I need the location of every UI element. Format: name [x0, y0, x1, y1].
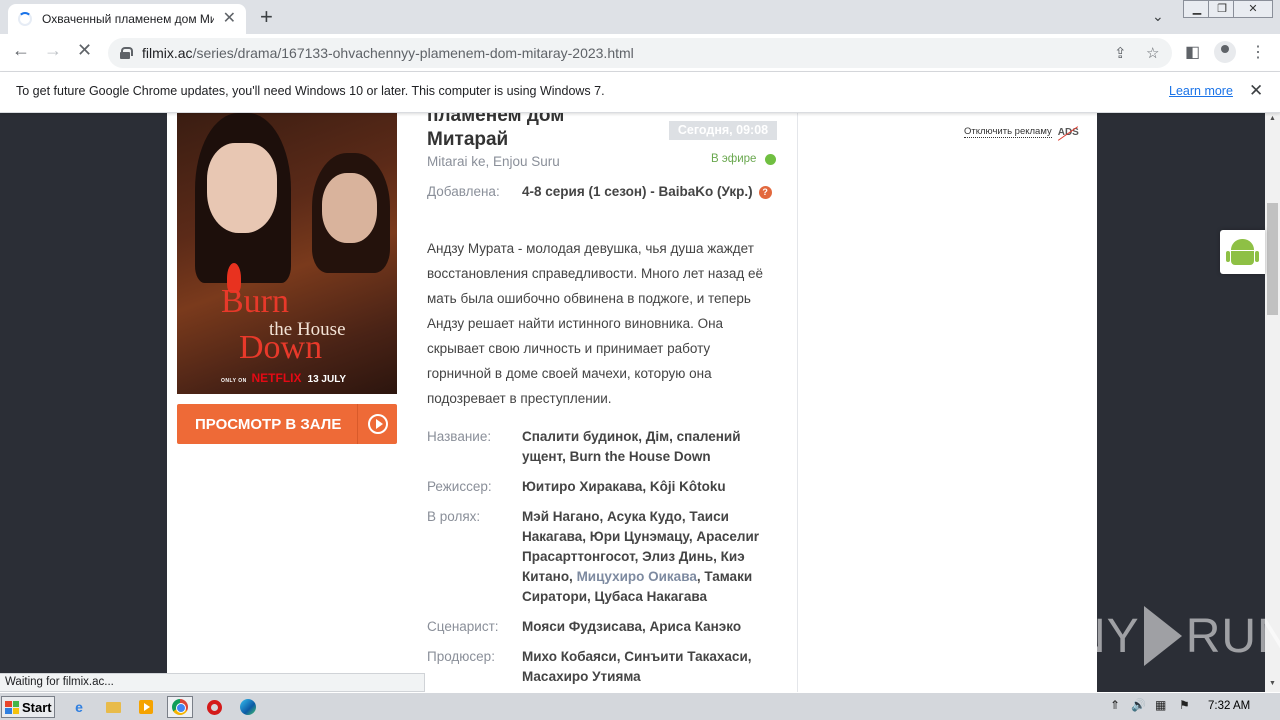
content-panel: Burn the House Down ONLY ON NETFLIX 13 JU…: [167, 113, 1097, 692]
watch-button-label: ПРОСМОТР В ЗАЛЕ: [195, 415, 342, 433]
url-host: filmix.ac: [142, 45, 193, 61]
director-value[interactable]: Юитиро Хиракава, Kôji Kôtoku: [522, 477, 782, 497]
cast-link-muted[interactable]: Мицухиро Оикава: [577, 569, 697, 584]
close-infobar-icon[interactable]: ✕: [1249, 81, 1263, 101]
added-value: 4-8 серия (1 сезон) - BaibaKo (Укр.)?: [522, 182, 782, 202]
browser-tab[interactable]: Охваченный пламенем дом Митарай (2023) —…: [8, 4, 246, 34]
movie-poster[interactable]: Burn the House Down ONLY ON NETFLIX 13 JU…: [177, 113, 397, 394]
watermark-right: RUN: [1185, 609, 1280, 663]
ie-icon[interactable]: e: [66, 696, 92, 718]
update-infobar: To get future Google Chrome updates, you…: [0, 72, 1280, 113]
ads-badge: ADS: [1057, 126, 1079, 138]
opera-icon[interactable]: [201, 696, 227, 718]
scrollbar-thumb[interactable]: [1267, 203, 1278, 315]
tab-strip: Охваченный пламенем дом Митарай (2023) —…: [0, 0, 1280, 34]
android-arm: [1255, 251, 1259, 262]
android-body: [1231, 251, 1254, 265]
back-arrow-icon[interactable]: ←: [12, 41, 30, 59]
tray-expand-icon[interactable]: ⇑: [1110, 698, 1120, 712]
poster-figure: [322, 173, 377, 243]
writer-value[interactable]: Мояси Фудзисава, Ариса Канэко: [522, 617, 782, 637]
action-center-flag-icon[interactable]: ⚑: [1179, 698, 1190, 712]
help-icon[interactable]: ?: [758, 186, 772, 199]
learn-more-link[interactable]: Learn more: [1169, 84, 1233, 98]
status-label: В эфире: [711, 153, 757, 165]
windows-taskbar: Start e ⇑ 🔊 ▦ ⚑ 7:32 AM: [0, 692, 1280, 720]
side-panel-icon[interactable]: ◧: [1185, 42, 1200, 62]
director-label: Режиссер:: [427, 479, 492, 494]
windows-logo-icon: [5, 700, 19, 714]
column-divider: [797, 113, 798, 692]
close-tab-icon[interactable]: ✕: [223, 11, 236, 27]
url-path: /series/drama/167133-ohvachennyy-plamene…: [192, 45, 634, 61]
start-label: Start: [22, 699, 52, 715]
new-tab-button[interactable]: +: [260, 6, 273, 28]
forward-arrow-icon[interactable]: →: [44, 41, 62, 59]
writer-label: Сценарист:: [427, 619, 499, 634]
name-value: Спалити будинок, Дім, спалений ущент, Bu…: [522, 429, 741, 464]
watermark-left: ANY: [1038, 609, 1140, 663]
tab-title: Охваченный пламенем дом Митарай (2023) —…: [42, 12, 214, 26]
watermark-play-icon: [1143, 606, 1182, 666]
poster-only-on: ONLY ON: [221, 378, 247, 384]
network-icon[interactable]: ▦: [1155, 698, 1166, 712]
chrome-taskbar-icon[interactable]: [167, 696, 193, 718]
browser-toolbar: ← → ✕ filmix.ac/series/drama/167133-ohva…: [0, 34, 1280, 72]
poster-title-line1: Burn: [221, 283, 289, 320]
added-value-text: 4-8 серия (1 сезон) - BaibaKo (Укр.): [522, 184, 753, 199]
disable-ads-label[interactable]: Отключить рекламу: [964, 126, 1052, 138]
stop-loading-icon[interactable]: ✕: [77, 41, 92, 59]
scroll-up-icon[interactable]: ▲: [1269, 115, 1276, 122]
watch-in-hall-button[interactable]: ПРОСМОТР В ЗАЛЕ: [177, 404, 397, 444]
play-circle-icon: [368, 414, 388, 434]
edge-icon[interactable]: [235, 696, 261, 718]
producer-value[interactable]: Михо Кобаяси, Синъити Такахаси, Масахиро…: [522, 647, 782, 687]
poster-figure: [207, 143, 277, 233]
android-head: [1231, 239, 1254, 250]
profile-avatar-icon[interactable]: [1214, 41, 1236, 63]
cast-label: В ролях:: [427, 509, 481, 524]
chrome-menu-icon[interactable]: ⋮: [1250, 42, 1266, 62]
anyrun-watermark: ANY RUN: [1038, 606, 1280, 666]
minimize-button[interactable]: ▁: [1183, 0, 1211, 18]
added-label: Добавлена:: [427, 184, 500, 199]
restore-button[interactable]: ❐: [1208, 0, 1236, 18]
infobar-message: To get future Google Chrome updates, you…: [16, 84, 605, 98]
button-divider: [357, 404, 358, 444]
live-dot-icon: [765, 153, 777, 165]
address-bar[interactable]: filmix.ac/series/drama/167133-ohvachenny…: [108, 38, 1172, 68]
android-arm: [1226, 251, 1230, 262]
info-row-added: Добавлена: 4-8 серия (1 сезон) - BaibaKo…: [427, 182, 787, 222]
name-label: Название:: [427, 429, 492, 444]
original-title: Mitarai ke, Enjou Suru: [427, 154, 560, 169]
system-clock[interactable]: 7:32 AM: [1208, 700, 1250, 712]
start-button[interactable]: Start: [1, 696, 55, 718]
cast-value[interactable]: Мэй Нагано, Асука Кудо, Таиси Накагава, …: [522, 507, 782, 607]
tab-search-chevron-icon[interactable]: ⌄: [1152, 8, 1164, 25]
lock-icon[interactable]: [120, 47, 133, 59]
volume-icon[interactable]: 🔊: [1131, 698, 1146, 712]
share-icon[interactable]: ⇪: [1114, 44, 1127, 62]
poster-date: 13 JULY: [307, 374, 347, 385]
poster-footer: ONLY ON NETFLIX 13 JULY: [221, 371, 346, 385]
loading-spinner-icon: [18, 12, 32, 26]
movie-title: пламенем дом Митарай: [427, 113, 565, 150]
loading-status: Waiting for filmix.ac...: [0, 673, 425, 692]
description: Андзу Мурата - молодая девушка, чья душа…: [427, 241, 764, 406]
media-player-icon[interactable]: [133, 696, 159, 718]
bookmark-star-icon[interactable]: ☆: [1146, 44, 1159, 62]
disable-ads-link[interactable]: Отключить рекламу ADS: [964, 126, 1079, 138]
explorer-folder-icon[interactable]: [100, 696, 126, 718]
close-window-button[interactable]: ✕: [1233, 0, 1273, 18]
producer-label: Продюсер:: [427, 649, 495, 664]
poster-network: NETFLIX: [251, 371, 302, 385]
scroll-down-icon[interactable]: ▼: [1269, 680, 1276, 687]
android-app-icon[interactable]: [1220, 230, 1265, 274]
url-text[interactable]: filmix.ac/series/drama/167133-ohvachenny…: [142, 45, 634, 61]
date-badge: Сегодня, 09:08: [669, 121, 777, 140]
poster-title-line3: Down: [239, 329, 323, 366]
status-live: В эфире: [711, 153, 777, 165]
